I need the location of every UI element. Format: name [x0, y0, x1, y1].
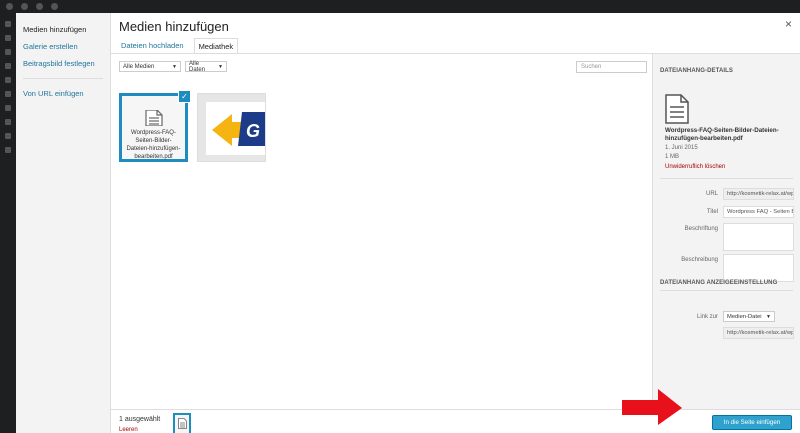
tab-upload-files[interactable]: Dateien hochladen: [119, 38, 186, 54]
media-footer-toolbar: 1 ausgewählt Leeren In die Seite einfüge…: [111, 409, 800, 433]
menu-item-set-featured-image[interactable]: Beitragsbild festlegen: [16, 55, 110, 72]
settings-icon[interactable]: [5, 147, 11, 153]
title-label: Titel: [706, 209, 718, 215]
wordpress-logo-icon[interactable]: [6, 3, 13, 10]
dashboard-icon[interactable]: [5, 21, 11, 27]
comments-icon[interactable]: [36, 3, 43, 10]
home-icon[interactable]: [21, 3, 28, 10]
posts-icon[interactable]: [5, 35, 11, 41]
chevron-down-icon: ▼: [172, 63, 177, 70]
search-input[interactable]: Suchen: [576, 61, 647, 73]
tab-media-library[interactable]: Mediathek: [193, 38, 239, 54]
image-thumbnail: G: [198, 94, 265, 161]
caption-label: Beschriftung: [684, 226, 718, 232]
url-label: URL: [705, 191, 718, 197]
attachment-details-sidebar: DATEIANHANG-DETAILS Wordpress-FAQ-Seiten…: [652, 54, 800, 409]
attachment-size: 1 MB: [665, 154, 680, 160]
link-to-select[interactable]: Medien-Datei ▼: [723, 311, 775, 322]
menu-item-insert-from-url[interactable]: Von URL einfügen: [16, 85, 110, 102]
media-modal: Medien hinzufügen Galerie erstellen Beit…: [16, 13, 800, 433]
display-settings-heading: DATEIANHANG ANZEIGEEINSTELLUNG: [660, 280, 778, 286]
media-toolbar: Alle Medien ▼ Alle Daten ▼ Suchen: [119, 61, 647, 74]
media-type-filter-value: Alle Medien: [123, 63, 155, 70]
close-icon[interactable]: ×: [785, 18, 792, 30]
sidebar-divider: [660, 178, 793, 179]
checkmark-icon[interactable]: ✓: [178, 90, 191, 103]
chevron-down-icon: ▼: [766, 313, 771, 320]
admin-side-menu: [0, 13, 16, 433]
document-icon: [665, 94, 689, 124]
modal-title: Medien hinzufügen: [119, 19, 229, 34]
attachment-filename: Wordpress-FAQ-Seiten-Bilder-Dateien-hinz…: [126, 130, 181, 160]
users-icon[interactable]: [5, 119, 11, 125]
document-icon: [177, 418, 187, 429]
link-to-label: Link zur: [696, 314, 718, 320]
comments-menu-icon[interactable]: [5, 77, 11, 83]
link-to-value: Medien-Datei: [727, 313, 762, 320]
insert-into-page-button[interactable]: In die Seite einfügen: [712, 415, 792, 430]
attachment-filename: Wordpress-FAQ-Seiten-Bilder-Dateien-hinz…: [665, 127, 779, 142]
selected-attachment-thumb[interactable]: [173, 413, 191, 433]
sidebar-divider: [660, 290, 793, 291]
menu-separator: [23, 78, 103, 79]
tools-icon[interactable]: [5, 133, 11, 139]
media-icon[interactable]: [5, 49, 11, 55]
url-field[interactable]: http://kosmetik-relax.at/wp: [723, 188, 794, 200]
plugins-icon[interactable]: [5, 105, 11, 111]
attachment-details-heading: DATEIANHANG-DETAILS: [660, 68, 734, 74]
appearance-icon[interactable]: [5, 91, 11, 97]
clear-selection-link[interactable]: Leeren: [119, 427, 138, 433]
title-field[interactable]: Wordpress FAQ - Seiten Bil: [723, 206, 794, 218]
caption-field[interactable]: [723, 223, 794, 251]
admin-bar: [0, 0, 800, 13]
document-icon: [145, 110, 163, 126]
description-field[interactable]: [723, 254, 794, 282]
date-filter[interactable]: Alle Daten ▼: [185, 60, 227, 73]
media-type-filter[interactable]: Alle Medien ▼: [119, 61, 181, 72]
date-filter-value: Alle Daten: [189, 60, 206, 73]
svg-text:G: G: [246, 121, 260, 141]
attachment-item[interactable]: Wordpress-FAQ-Seiten-Bilder-Dateien-hinz…: [119, 90, 191, 162]
red-arrow-annotation: [622, 389, 682, 425]
description-label: Beschreibung: [681, 257, 718, 263]
link-url-field[interactable]: http://kosmetik-relax.at/wp: [723, 327, 794, 339]
delete-permanently-link[interactable]: Unwiderruflich löschen: [665, 164, 725, 170]
chevron-down-icon: ▼: [218, 63, 223, 70]
menu-item-add-media[interactable]: Medien hinzufügen: [16, 21, 110, 38]
router-tabs: Dateien hochladen Mediathek: [119, 38, 246, 54]
menu-item-create-gallery[interactable]: Galerie erstellen: [16, 38, 110, 55]
media-menu: Medien hinzufügen Galerie erstellen Beit…: [16, 13, 111, 433]
attachment-date: 1. Juni 2015: [665, 145, 698, 151]
selection-count: 1 ausgewählt: [119, 416, 161, 423]
pages-icon[interactable]: [5, 63, 11, 69]
add-new-icon[interactable]: [51, 3, 58, 10]
attachment-item[interactable]: G: [197, 93, 266, 162]
